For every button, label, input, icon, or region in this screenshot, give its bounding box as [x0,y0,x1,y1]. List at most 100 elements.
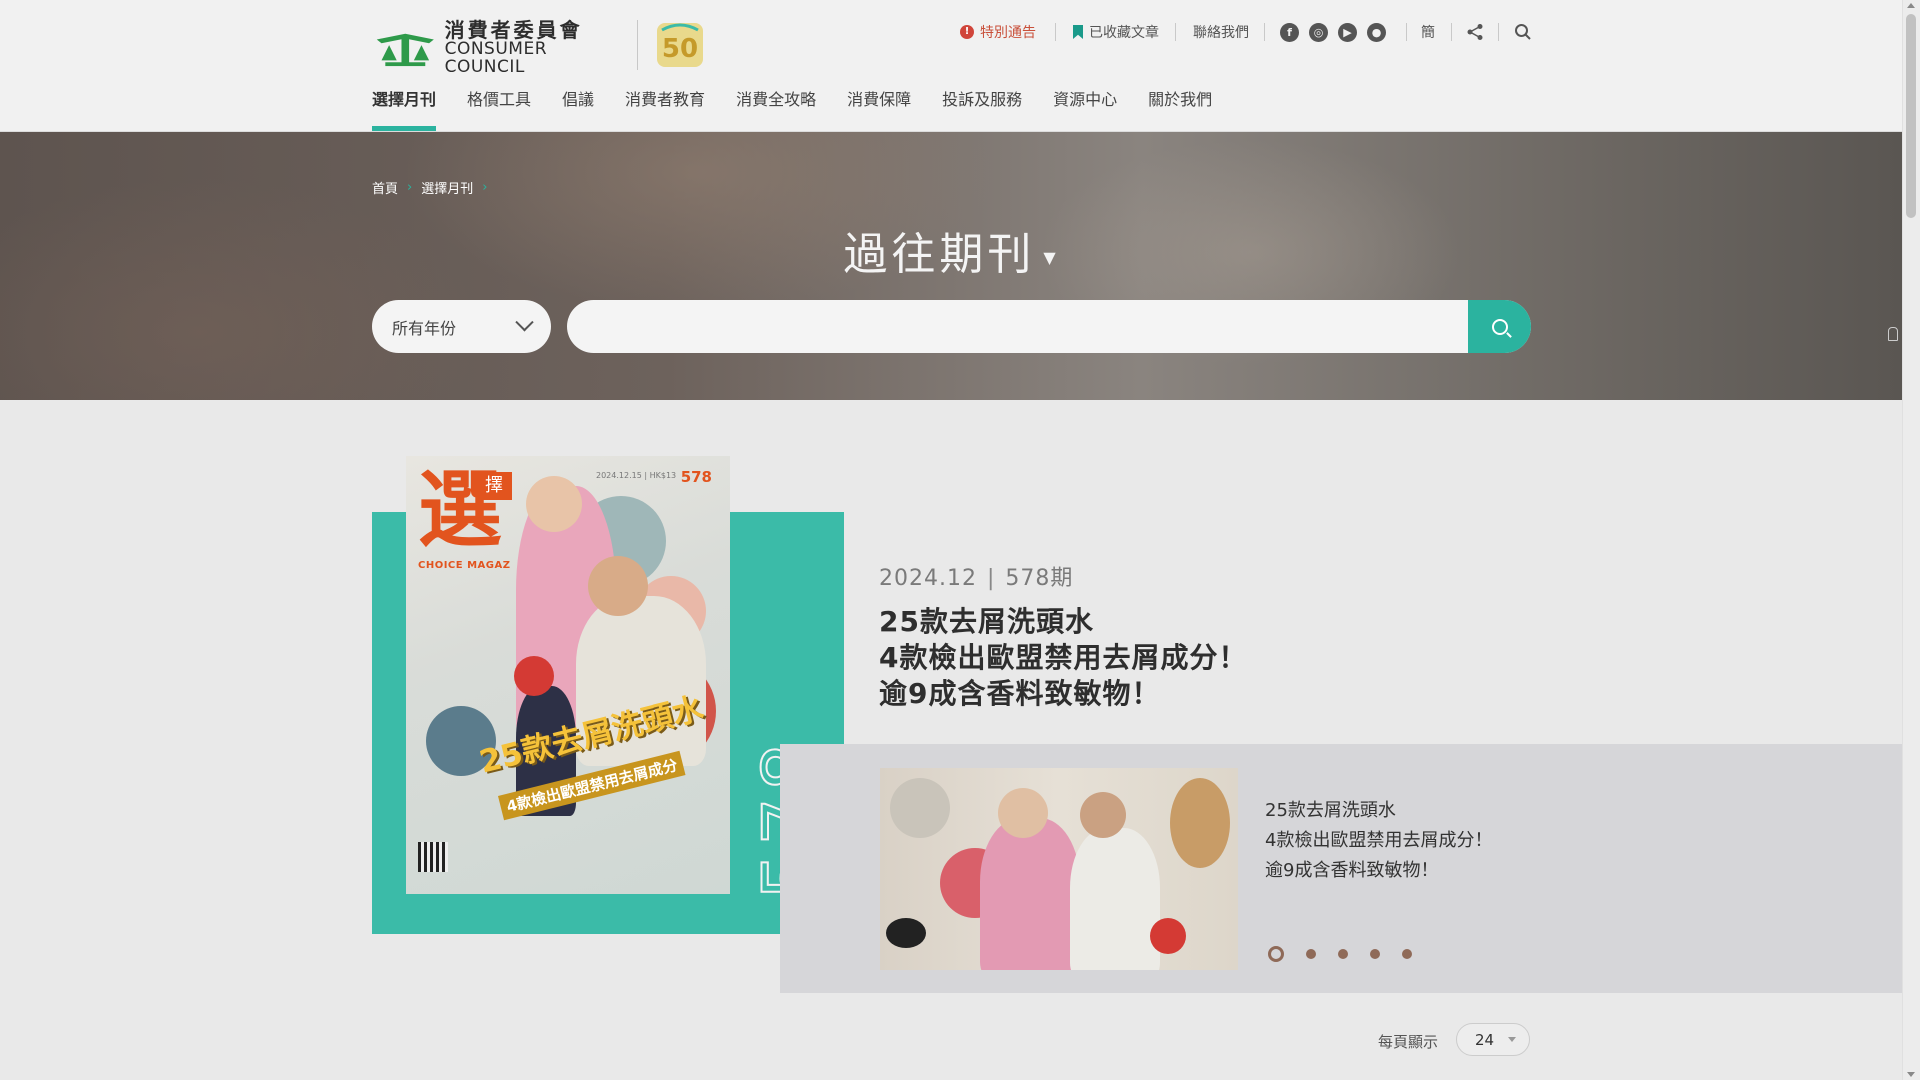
issue-title-line: 25款去屑洗頭水 [879,605,1094,638]
cover-issue-number: 578 [680,468,712,486]
breadcrumb-choice-magazine[interactable]: 選擇月刊 [421,178,473,197]
utility-divider [1175,23,1176,41]
feature-article-text[interactable]: 25款去屑洗頭水 4款檢出歐盟禁用去屑成分！ 逾9成含香料致敏物！ [1265,796,1492,886]
carousel-pagination [1268,946,1434,962]
carousel-dot-2[interactable] [1306,949,1316,959]
cover-date: 2024.12.15 | HK$13 [596,471,677,480]
meta-separator: | [986,566,996,591]
saved-articles-link[interactable]: 已收藏文章 [1073,20,1159,44]
bookmark-icon [1073,25,1083,39]
header-search-button[interactable] [1514,20,1532,44]
cover-face [526,476,582,532]
feature-text-line: 逾9成含香料致敏物！ [1265,860,1439,881]
per-page-select[interactable]: 24 [1456,1023,1530,1056]
year-filter-value: 所有年份 [392,318,457,338]
search-icon [1491,318,1508,335]
nav-item-price-tool[interactable]: 格價工具 [467,88,531,131]
special-notice-label: 特別通告 [980,25,1036,41]
chevron-down-icon [515,313,534,332]
issue-title-line: 4款檢出歐盟禁用去屑成分！ [879,641,1248,674]
utility-divider [1264,23,1265,41]
page-title[interactable]: 過往期刊 ▼ [0,218,1903,282]
feature-person-pink-jacket [980,818,1080,970]
hero-banner: 首頁 › 選擇月刊 › 過往期刊 ▼ 所有年份 [0,132,1903,400]
nav-item-about-us[interactable]: 關於我們 [1148,88,1212,131]
ping-pong-paddle [514,656,554,696]
scroll-up-arrow-icon[interactable] [1907,3,1915,8]
feature-text-line: 25款去屑洗頭水 [1265,800,1396,821]
special-notice-link[interactable]: ! 特別通告 [960,20,1036,44]
site-header: 消費者委員會 CONSUMER COUNCIL 50 ! 特別通告 已收藏文章 … [0,0,1903,132]
wechat-link[interactable]: ● [1367,20,1386,44]
page-scrollbar[interactable] [1902,0,1920,1080]
utility-divider [1498,23,1499,41]
caret-down-icon [1508,1037,1517,1042]
share-button[interactable] [1466,20,1484,44]
ping-pong-paddle [1150,918,1186,954]
breadcrumb-home[interactable]: 首頁 [372,178,398,197]
youtube-link[interactable]: ▶ [1338,20,1357,44]
per-page-label: 每頁顯示 [1378,1033,1439,1051]
nav-item-consumer-education[interactable]: 消費者教育 [625,88,705,131]
facebook-icon: f [1280,22,1299,42]
nav-item-choice-magazine[interactable]: 選擇月刊 [372,88,437,131]
utility-divider [1055,23,1056,41]
carousel-dot-5[interactable] [1402,949,1412,959]
cover-face [588,556,648,616]
cover-masthead-small: 擇 [476,472,512,500]
caret-down-icon: ▼ [1043,247,1060,267]
ping-pong-paddle [886,918,926,948]
facebook-link[interactable]: f [1280,20,1299,44]
carousel-dot-3[interactable] [1338,949,1348,959]
search-icon [1515,24,1531,40]
chevron-right-icon: › [482,180,488,195]
issue-meta: 2024.12 | 578期 [879,560,1073,592]
youtube-icon: ▶ [1338,22,1357,42]
feature-decor-figure [1170,778,1230,868]
issue-number: 578期 [1005,566,1074,591]
utility-bar: ! 特別通告 已收藏文章 聯絡我們 f ◎ ▶ ● 簡 [0,20,1903,44]
instagram-link[interactable]: ◎ [1309,20,1328,44]
nav-item-resource-centre[interactable]: 資源中心 [1053,88,1117,131]
alert-icon: ! [960,25,974,39]
feature-article-image[interactable] [880,768,1238,970]
saved-articles-label: 已收藏文章 [1089,25,1159,41]
instagram-icon: ◎ [1309,22,1328,42]
issue-search-input[interactable] [567,300,1531,353]
breadcrumb: 首頁 › 選擇月刊 › [372,178,496,197]
carousel-dot-4[interactable] [1370,949,1380,959]
feature-person-white-jacket [1070,828,1160,970]
utility-divider [1451,23,1452,41]
scroll-down-arrow-icon[interactable] [1907,1072,1915,1077]
issue-title-line: 逾9成含香料致敏物！ [879,677,1161,710]
year-filter-select[interactable]: 所有年份 [372,300,551,353]
main-navigation: 選擇月刊 格價工具 倡議 消費者教育 消費全攻略 消費保障 投訴及服務 資源中心… [372,88,1243,131]
feature-face [998,788,1048,838]
carousel-dot-1[interactable] [1268,946,1284,962]
cover-brand: CHOICE MAGAZ [418,560,511,571]
nav-item-consumer-protection[interactable]: 消費保障 [847,88,911,131]
scrollbar-thumb[interactable] [1906,14,1916,218]
feature-decor-circle [890,778,950,838]
issue-search-button[interactable] [1468,300,1531,353]
per-page-value: 24 [1475,1030,1495,1049]
nav-item-complaints-services[interactable]: 投訴及服務 [942,88,1022,131]
page-title-text: 過往期刊 [843,229,1036,280]
issue-title[interactable]: 25款去屑洗頭水 4款檢出歐盟禁用去屑成分！ 逾9成含香料致敏物！ [879,604,1247,712]
share-icon [1467,24,1483,40]
nav-item-consumer-guide[interactable]: 消費全攻略 [736,88,816,131]
qr-code-icon [418,842,448,872]
feature-face [1080,792,1126,838]
language-label: 簡 [1421,25,1435,41]
simplified-chinese-link[interactable]: 簡 [1421,20,1435,44]
feature-text-line: 4款檢出歐盟禁用去屑成分！ [1265,830,1493,851]
contact-us-link[interactable]: 聯絡我們 [1193,20,1249,44]
magazine-cover-image[interactable]: 選 擇 CHOICE MAGAZ 2024.12.15 | HK$13 578 … [406,456,730,894]
accessibility-icon[interactable] [1888,327,1898,341]
chevron-right-icon: › [407,180,413,195]
issue-date: 2024.12 [879,566,977,591]
nav-item-advocacy[interactable]: 倡議 [562,88,594,131]
logo-english-name: CONSUMER COUNCIL [444,38,548,77]
contact-us-label: 聯絡我們 [1193,25,1249,41]
wechat-icon: ● [1367,22,1386,42]
